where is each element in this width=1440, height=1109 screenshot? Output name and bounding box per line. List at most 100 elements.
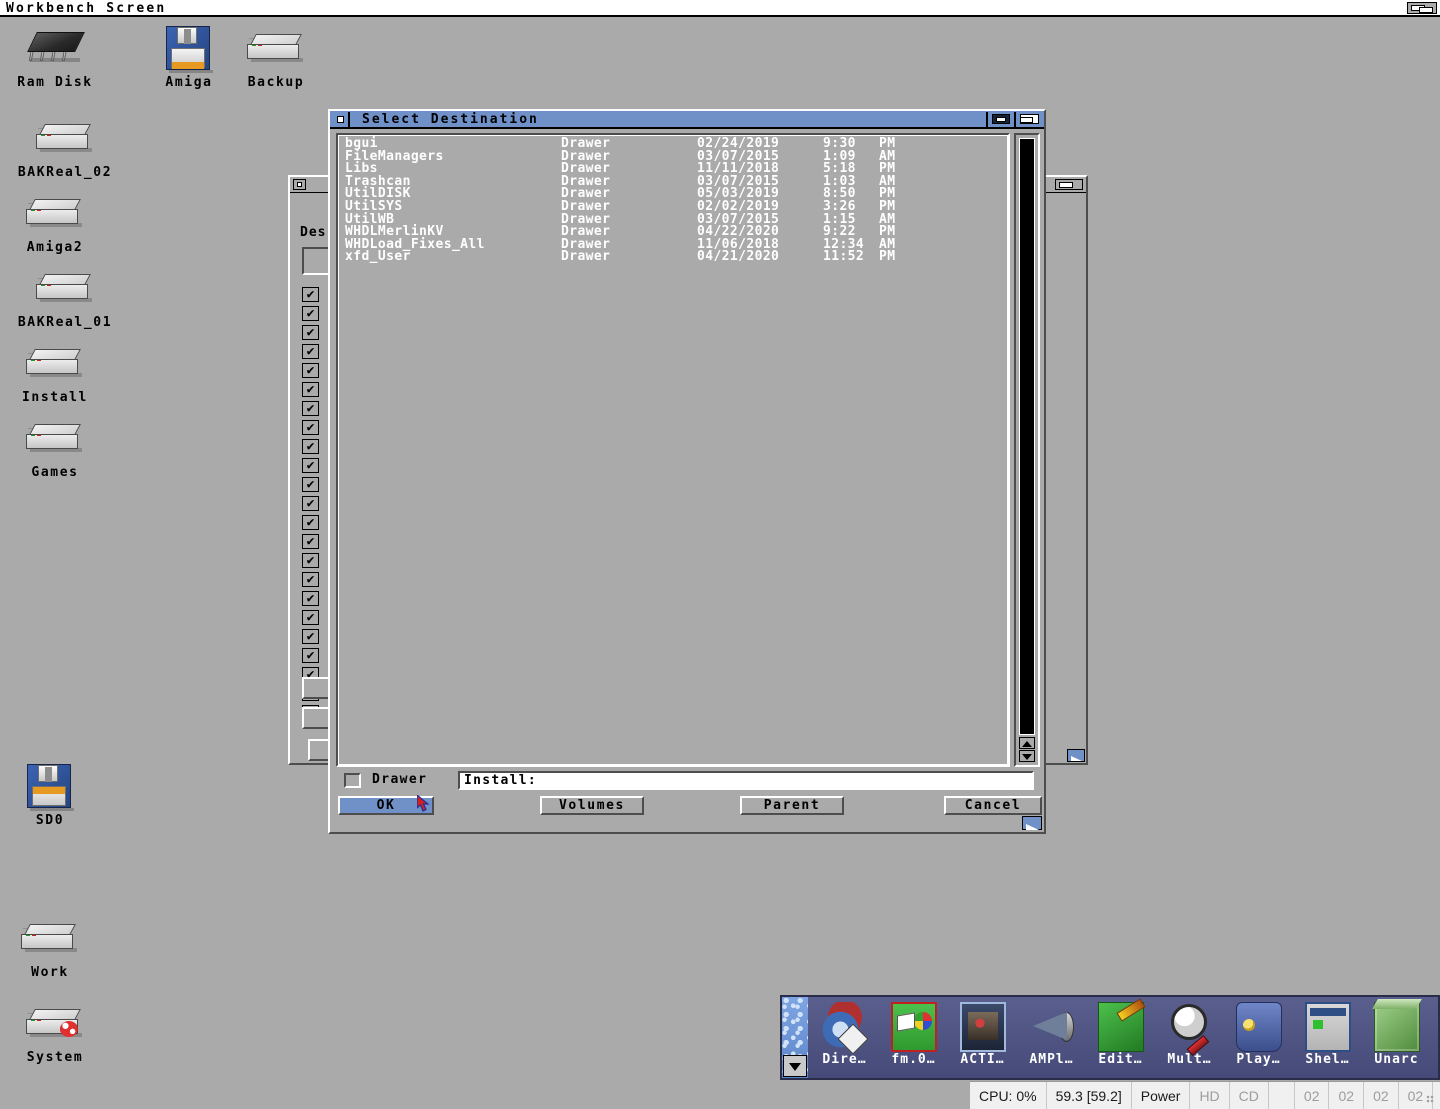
background-checkbox[interactable]: ✔: [302, 287, 319, 302]
cancel-button[interactable]: Cancel: [944, 796, 1042, 815]
hard-disk-icon: [0, 995, 110, 1049]
desktop-icon-bakreal-01[interactable]: BAKReal_01: [10, 260, 120, 330]
desktop-icon-bakreal-02[interactable]: BAKReal_02: [10, 110, 120, 180]
dock-item-label: Unarc: [1374, 1052, 1419, 1067]
background-checkbox[interactable]: ✔: [302, 477, 319, 492]
background-checkbox[interactable]: ✔: [302, 382, 319, 397]
zoom-gadget-icon[interactable]: [1014, 112, 1042, 127]
dock-item-text-editor[interactable]: Edit…: [1086, 997, 1155, 1078]
dock-item-action-player[interactable]: ACTI…: [948, 997, 1017, 1078]
background-window-label: Des: [300, 225, 327, 240]
desktop-icon-work[interactable]: Work: [0, 910, 105, 980]
amidock[interactable]: Dire… fm.0… ACTI… AMPl… Edit… Mult… Play… Shel……: [780, 995, 1440, 1080]
desktop-icon-label: Ram Disk: [17, 75, 93, 90]
dock-item-media-player[interactable]: Play…: [1224, 997, 1293, 1078]
background-checkbox[interactable]: ✔: [302, 344, 319, 359]
file-time: 11:52: [823, 249, 865, 265]
background-checkbox[interactable]: ✔: [302, 306, 319, 321]
select-destination-dialog[interactable]: Select Destination bgui Drawer 02/24/2019 9…: [328, 109, 1046, 834]
status-cell: 02: [1295, 1081, 1330, 1109]
drawer-path-input[interactable]: Install:: [458, 771, 1034, 790]
close-gadget-icon[interactable]: [332, 112, 350, 127]
desktop-icon-label: Games: [31, 465, 79, 480]
dock-item-directory-opus[interactable]: Dire…: [810, 997, 879, 1078]
desktop-icon-system[interactable]: System: [0, 995, 110, 1065]
desktop-icon-backup[interactable]: Backup: [221, 20, 331, 90]
background-checkbox[interactable]: ✔: [302, 534, 319, 549]
desktop-icon-install[interactable]: Install: [0, 335, 110, 405]
magnifier-icon: [1167, 1002, 1213, 1052]
file-list-row[interactable]: WHDLoad_Fixes_All Drawer 11/06/2018 12:34 AM: [339, 238, 1007, 252]
background-checkbox[interactable]: ✔: [302, 325, 319, 340]
dock-item-shell-terminal[interactable]: Shel…: [1293, 997, 1362, 1078]
dock-item-magnifier[interactable]: Mult…: [1155, 997, 1224, 1078]
dock-scroll-down-icon[interactable]: [783, 1055, 807, 1077]
desktop-icon-amiga2[interactable]: Amiga2: [0, 185, 110, 255]
background-checkbox[interactable]: ✔: [302, 629, 319, 644]
status-cell: 02: [1329, 1081, 1365, 1109]
background-checkbox[interactable]: ✔: [302, 515, 319, 530]
scroll-down-arrow-icon[interactable]: [1019, 750, 1035, 762]
drawer-checkbox-label: Drawer: [372, 772, 428, 787]
desktop-icon-ram-disk[interactable]: Ram Disk: [0, 20, 110, 90]
desktop-icon-sd0[interactable]: SD0: [0, 758, 105, 828]
dock-handle[interactable]: [782, 997, 808, 1078]
background-checkbox[interactable]: ✔: [302, 439, 319, 454]
screen-depth-gadget-icon[interactable]: [1407, 2, 1437, 14]
background-checkbox[interactable]: ✔: [302, 591, 319, 606]
background-checkbox[interactable]: ✔: [302, 610, 319, 625]
file-name: xfd_User: [345, 249, 411, 265]
unarchive-cube-icon: [1373, 1002, 1420, 1052]
dialog-resize-gadget-icon[interactable]: [1022, 816, 1042, 830]
mouse-pointer-icon: [417, 795, 431, 813]
file-list-row[interactable]: UtilSYS Drawer 02/02/2019 3:26 PM: [339, 200, 1007, 214]
background-checkbox[interactable]: ✔: [302, 363, 319, 378]
background-window-resize-gadget-icon[interactable]: [1067, 749, 1085, 762]
status-cell: 02: [1364, 1081, 1399, 1109]
background-button-1[interactable]: [302, 677, 330, 699]
scroll-up-arrow-icon[interactable]: [1019, 737, 1035, 749]
status-cell: CD: [1230, 1081, 1269, 1109]
background-checkbox[interactable]: ✔: [302, 572, 319, 587]
dialog-title-bar[interactable]: Select Destination: [330, 111, 1044, 129]
parent-button[interactable]: Parent: [740, 796, 844, 815]
background-checkbox[interactable]: ✔: [302, 496, 319, 511]
dock-item-filemaster[interactable]: fm.0…: [879, 997, 948, 1078]
file-list-row[interactable]: Trashcan Drawer 03/07/2015 1:03 AM: [339, 175, 1007, 189]
background-button-2[interactable]: [302, 707, 330, 729]
scrollbar-track[interactable]: [1019, 138, 1035, 735]
close-gadget-icon[interactable]: [293, 179, 306, 190]
hard-disk-icon: [0, 335, 110, 389]
dock-item-unarchive-cube[interactable]: Unarc: [1362, 997, 1431, 1078]
background-checkbox[interactable]: ✔: [302, 553, 319, 568]
ram-chip-icon: [0, 20, 110, 74]
file-type: Drawer: [561, 249, 611, 265]
file-list-row[interactable]: xfd_User Drawer 04/21/2020 11:52 PM: [339, 251, 1007, 264]
file-list-scrollbar[interactable]: [1014, 133, 1040, 767]
status-cell: CPU: 0%: [970, 1081, 1047, 1109]
file-list-row[interactable]: Libs Drawer 11/11/2018 5:18 PM: [339, 162, 1007, 176]
resize-grip-icon[interactable]: [1426, 1095, 1437, 1106]
depth-gadget-icon[interactable]: [986, 112, 1014, 127]
background-checkbox[interactable]: ✔: [302, 420, 319, 435]
drawer-checkbox[interactable]: [344, 773, 361, 788]
status-cell: Power: [1132, 1081, 1191, 1109]
file-list-row[interactable]: FileManagers Drawer 03/07/2015 1:09 AM: [339, 150, 1007, 164]
screen-title-bar: Workbench Screen: [0, 0, 1440, 17]
directory-opus-icon: [821, 1002, 868, 1052]
dock-item-label: ACTI…: [960, 1052, 1005, 1067]
dock-item-list: Dire… fm.0… ACTI… AMPl… Edit… Mult… Play… Shel……: [810, 997, 1438, 1078]
hard-disk-icon: [221, 20, 331, 74]
desktop-icon-label: Install: [22, 390, 88, 405]
desktop-icon-games[interactable]: Games: [0, 410, 110, 480]
volumes-button[interactable]: Volumes: [540, 796, 644, 815]
hard-disk-icon: [0, 185, 110, 239]
background-checkbox[interactable]: ✔: [302, 401, 319, 416]
file-list-row[interactable]: UtilDISK Drawer 05/03/2019 8:50 PM: [339, 188, 1007, 201]
destination-file-list[interactable]: bgui Drawer 02/24/2019 9:30 PM FileManagers Dr…: [336, 133, 1010, 767]
dock-item-amplifier[interactable]: AMPl…: [1017, 997, 1086, 1078]
background-checkbox[interactable]: ✔: [302, 458, 319, 473]
dialog-button-row: OK Volumes Parent Cancel: [336, 796, 1042, 816]
zoom-gadget-icon[interactable]: [1055, 179, 1083, 190]
background-checkbox[interactable]: ✔: [302, 648, 319, 663]
